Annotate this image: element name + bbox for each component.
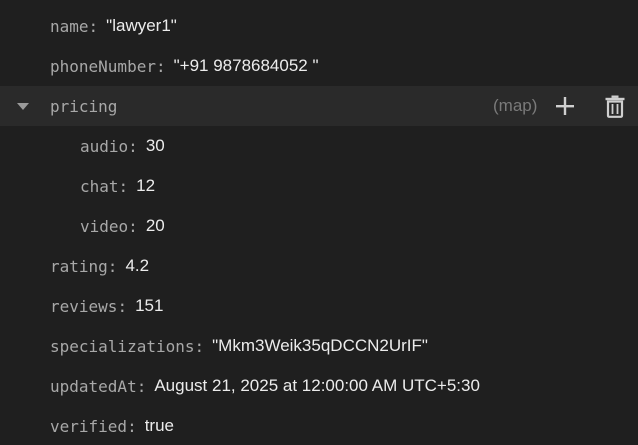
field-key: updatedAt: [50, 376, 137, 396]
field-colon: :: [117, 296, 128, 316]
field-row-pricing[interactable]: pricing (map): [0, 86, 638, 126]
field-key: reviews: [50, 296, 118, 316]
field-colon: :: [127, 416, 137, 436]
field-row-verified[interactable]: verified: true: [0, 406, 638, 445]
field-colon: :: [128, 136, 138, 156]
field-key: video: [80, 216, 129, 236]
field-row-specializations[interactable]: specializations: "Mkm3Weik35qDCCN2UrIF": [0, 326, 638, 366]
field-key: audio: [80, 136, 129, 156]
field-value: "lawyer1": [106, 16, 177, 35]
field-value: "+91 9878684052 ": [173, 56, 319, 75]
field-type-hint: (map): [493, 96, 538, 115]
field-colon: :: [88, 16, 99, 36]
field-row-reviews[interactable]: reviews: 151: [0, 286, 638, 326]
field-value: 30: [145, 136, 165, 155]
field-row-name[interactable]: name: "lawyer1": [0, 6, 638, 46]
field-row-pricing-audio[interactable]: audio: 30: [0, 126, 638, 166]
field-key: rating: [50, 256, 108, 276]
field-key: name: [50, 16, 89, 36]
field-colon: :: [136, 376, 147, 396]
field-value: 4.2: [125, 256, 150, 275]
chevron-down-icon[interactable]: [17, 103, 29, 110]
add-icon[interactable]: [552, 94, 578, 118]
field-colon: :: [128, 216, 138, 236]
field-value: 151: [135, 296, 164, 315]
field-row-updatedat[interactable]: updatedAt: August 21, 2025 at 12:00:00 A…: [0, 366, 638, 406]
trash-icon[interactable]: [602, 94, 628, 118]
field-value: "Mkm3Weik35qDCCN2UrIF": [212, 336, 428, 355]
field-value: 12: [136, 176, 156, 195]
field-row-phonenumber[interactable]: phoneNumber: "+91 9878684052 ": [0, 46, 638, 86]
field-colon: :: [118, 176, 129, 196]
field-key: verified: [50, 416, 128, 436]
field-value: 20: [145, 216, 165, 235]
field-key: phoneNumber: [50, 56, 156, 76]
field-row-pricing-chat[interactable]: chat: 12: [0, 166, 638, 206]
field-key: chat: [80, 176, 119, 196]
field-row-pricing-video[interactable]: video: 20: [0, 206, 638, 246]
field-row-rating[interactable]: rating: 4.2: [0, 246, 638, 286]
field-value: true: [144, 416, 174, 435]
field-key: specializations: [50, 336, 195, 356]
field-value: August 21, 2025 at 12:00:00 AM UTC+5:30: [154, 376, 480, 395]
field-colon: :: [107, 256, 118, 276]
field-key: pricing: [50, 96, 118, 116]
document-fields-panel: name: "lawyer1" phoneNumber: "+91 987868…: [0, 0, 638, 445]
field-colon: :: [194, 336, 205, 356]
field-colon: :: [155, 56, 166, 76]
